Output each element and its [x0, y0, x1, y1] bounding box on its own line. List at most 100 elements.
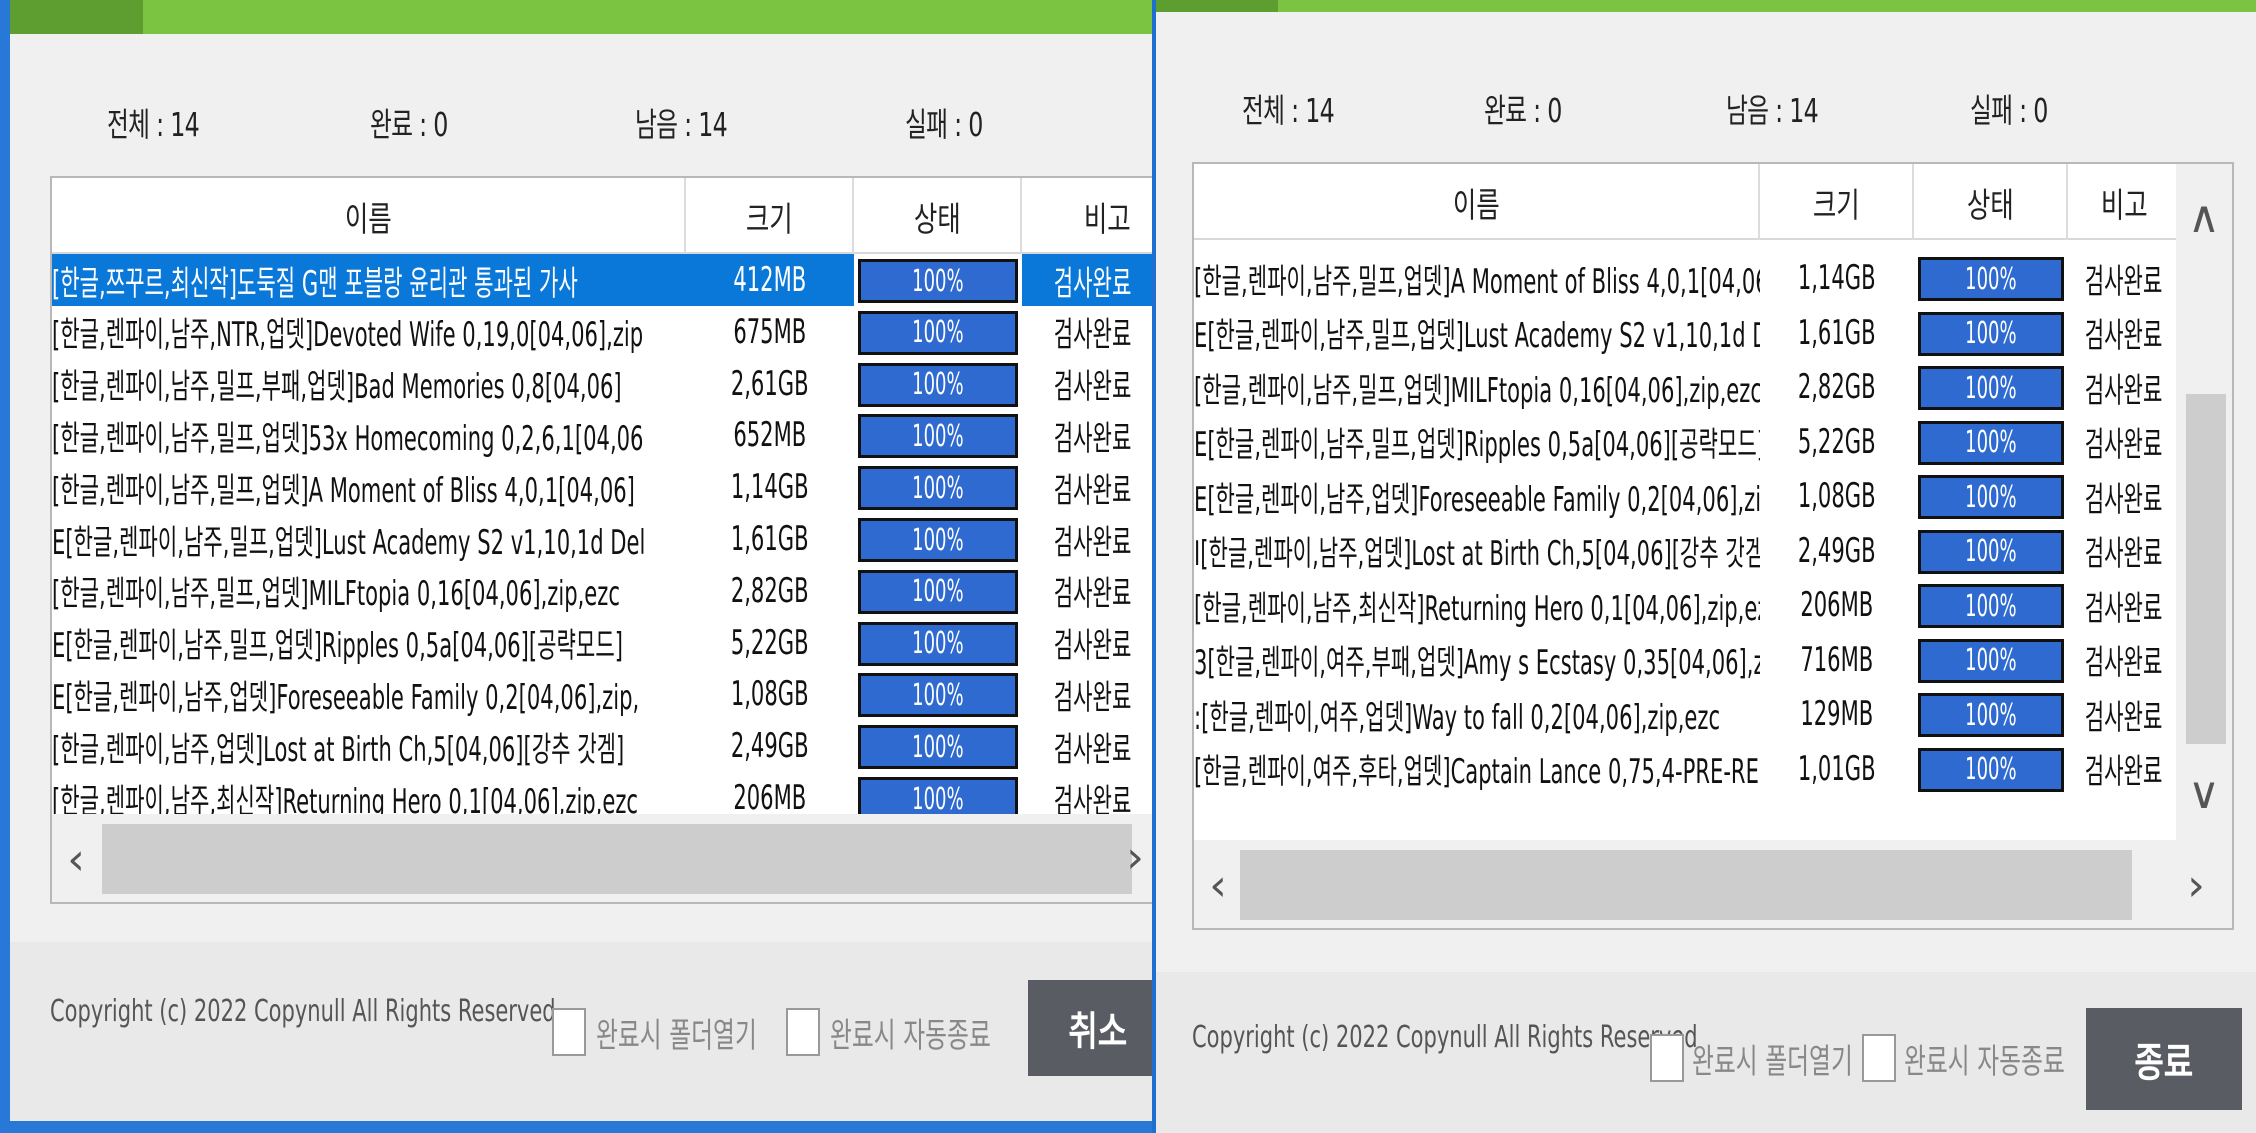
table-row[interactable]: E[한글,렌파이,남주,밀프,업뎃]Lust Academy S2 v1,10,…	[1194, 307, 2180, 359]
progress-bar: 100%	[858, 414, 1018, 459]
file-name-cell: :[한글,렌파이,여주,업뎃]Way to fall 0,2[04,06],zi…	[1194, 697, 1721, 738]
table-row[interactable]: [한글,렌파이,남주,밀프,부패,업뎃]Bad Memories 0,8[04,…	[52, 358, 1152, 410]
col-header-name[interactable]: 이름	[52, 178, 686, 254]
title-bar-accent	[10, 0, 143, 34]
note-cell: 검사완료	[1054, 574, 1132, 615]
file-list[interactable]: 이름 크기 상태 비고 [한글,렌파이,남주,밀프,업뎃]A Moment of…	[1192, 162, 2234, 930]
table-row[interactable]: [한글,쯔꾸르,최신작]도둑질 G맨 포블랑 윤리관 통과된 가사 412MB 10…	[52, 254, 1152, 306]
scroll-right-icon[interactable]: ›	[2176, 840, 2216, 928]
note-cell: 검사완료	[1054, 729, 1132, 770]
file-size-cell: 5,22GB	[1798, 421, 1876, 462]
file-name-cell: E[한글,렌파이,남주,밀프,업뎃]Lust Academy S2 v1,10,…	[1194, 316, 1760, 356]
note-cell: 검사완료	[2085, 752, 2163, 792]
file-name-cell: [한글,렌파이,남주,업뎃]Lost at Birth Ch,5[04,06][…	[52, 729, 625, 770]
col-header-status[interactable]: 상태	[854, 178, 1022, 254]
open-folder-checkbox[interactable]	[552, 1008, 586, 1056]
left-dialog-window: 전체 : 14 완료 : 0 남음 : 14 실패 : 0 이름 크기 상태 비…	[0, 0, 1152, 1133]
footer-bar: Copyright (c) 2022 Copynull All Rights R…	[1156, 972, 2256, 1133]
progress-bar: 100%	[1918, 257, 2064, 301]
progress-bar: 100%	[1918, 311, 2064, 356]
file-size-cell: 1,08GB	[731, 674, 809, 715]
file-size-cell: 5,22GB	[731, 622, 809, 663]
table-row[interactable]: E[한글,렌파이,남주,업뎃]Foreseeable Family 0,2[04…	[1194, 470, 2180, 522]
footer-bar: Copyright (c) 2022 Copynull All Rights R…	[10, 942, 1152, 1121]
file-size-cell: 1,61GB	[1798, 312, 1876, 353]
progress-bar: 100%	[858, 466, 1018, 511]
file-name-cell: E[한글,렌파이,남주,밀프,업뎃]Ripples 0,5a[04,06][공략…	[1194, 425, 1760, 465]
file-size-cell: 2,82GB	[1798, 367, 1876, 407]
list-header: 이름 크기 상태 비고	[1194, 164, 2180, 240]
file-size-cell: 412MB	[686, 254, 854, 306]
table-row[interactable]: E[한글,렌파이,남주,밀프,업뎃]Ripples 0,5a[04,06][공략…	[52, 617, 1152, 669]
table-row[interactable]: [한글,렌파이,남주,밀프,업뎃]MILFtopia 0,16[04,06],z…	[52, 565, 1152, 617]
file-name-cell: [한글,렌파이,남주,밀프,부패,업뎃]Bad Memories 0,8[04,…	[52, 367, 622, 408]
note-cell: 검사완료	[2085, 479, 2163, 520]
col-header-note[interactable]: 비고	[1022, 178, 1152, 254]
scroll-down-icon[interactable]: ∨	[2184, 768, 2224, 819]
note-cell: 검사완료	[1054, 626, 1132, 667]
table-row[interactable]: [한글,렌파이,남주,NTR,업뎃]Devoted Wife 0,19,0[04…	[52, 306, 1152, 358]
progress-bar: 100%	[858, 621, 1018, 666]
title-bar	[10, 0, 1152, 34]
auto-exit-checkbox[interactable]	[1862, 1034, 1896, 1082]
table-row[interactable]: 3[한글,렌파이,여주,부패,업뎃]Amy s Ecstasy 0,35[04,…	[1194, 634, 2180, 686]
table-row[interactable]: E[한글,렌파이,남주,업뎃]Foreseeable Family 0,2[04…	[52, 668, 1152, 720]
scroll-left-icon[interactable]: ‹	[1198, 840, 1238, 928]
auto-exit-checkbox[interactable]	[786, 1008, 820, 1056]
col-header-size[interactable]: 크기	[686, 178, 854, 254]
col-header-note[interactable]: 비고	[2068, 164, 2180, 240]
vertical-scrollbar[interactable]: ∧ ∨	[2176, 164, 2232, 840]
scroll-right-icon[interactable]: ›	[1115, 812, 1152, 902]
progress-bar: 100%	[1918, 420, 2064, 465]
file-size-cell: 1,14GB	[731, 467, 809, 508]
scroll-up-icon[interactable]: ∧	[2184, 192, 2224, 243]
table-row[interactable]: E[한글,렌파이,남주,밀프,업뎃]Ripples 0,5a[04,06][공략…	[1194, 416, 2180, 468]
vertical-scroll-thumb[interactable]	[2186, 394, 2226, 744]
progress-bar: 100%	[858, 362, 1018, 407]
table-row[interactable]: [한글,렌파이,남주,밀프,업뎃]53x Homecoming 0,2,6,1[…	[52, 409, 1152, 461]
file-name-cell: E[한글,렌파이,남주,밀프,업뎃]Lust Academy S2 v1,10,…	[52, 522, 646, 563]
horizontal-scrollbar[interactable]: ‹ ›	[1194, 840, 2232, 928]
open-folder-checkbox[interactable]	[1650, 1034, 1684, 1082]
table-row[interactable]: [한글,렌파이,남주,업뎃]Lost at Birth Ch,5[04,06][…	[52, 720, 1152, 772]
progress-bar: 100%	[858, 310, 1018, 355]
horizontal-scrollbar[interactable]: ‹	[52, 814, 1152, 902]
title-bar	[1156, 0, 2256, 12]
file-size-cell: 1,14GB	[1798, 258, 1876, 298]
col-header-status[interactable]: 상태	[1914, 164, 2068, 240]
scroll-thumb[interactable]	[102, 824, 1132, 894]
table-row[interactable]: [한글,렌파이,남주,밀프,업뎃]A Moment of Bliss 4,0,1…	[1194, 252, 2180, 304]
table-row[interactable]: I[한글,렌파이,남주,업뎃]Lost at Birth Ch,5[04,06]…	[1194, 525, 2180, 577]
table-row[interactable]: E[한글,렌파이,남주,밀프,업뎃]Lust Academy S2 v1,10,…	[52, 513, 1152, 565]
note-cell: 검사완료	[1054, 470, 1132, 511]
cancel-button[interactable]: 취소	[1028, 980, 1152, 1076]
col-header-name[interactable]: 이름	[1194, 164, 1760, 240]
file-name-cell: I[한글,렌파이,남주,업뎃]Lost at Birth Ch,5[04,06]…	[1194, 534, 1760, 574]
note-cell: 검사완료	[2085, 370, 2163, 411]
file-size-cell: 206MB	[1800, 585, 1874, 625]
note-cell: 검사완료	[2085, 425, 2163, 465]
file-size-cell: 675MB	[733, 311, 807, 352]
progress-bar: 100%	[858, 725, 1018, 770]
progress-bar: 100%	[1918, 366, 2064, 410]
note-cell: 검사완료	[2085, 261, 2163, 302]
note-cell: 검사완료	[2085, 316, 2163, 356]
note-cell: 검사완료	[2085, 697, 2163, 738]
stat-total: 전체 : 14	[1242, 91, 1335, 130]
table-row[interactable]: [한글,렌파이,여주,후타,업뎃]Captain Lance 0,75,4-PR…	[1194, 743, 2180, 795]
table-row[interactable]: [한글,렌파이,남주,밀프,업뎃]MILFtopia 0,16[04,06],z…	[1194, 361, 2180, 413]
table-row[interactable]: [한글,렌파이,남주,밀프,업뎃]A Moment of Bliss 4,0,1…	[52, 461, 1152, 513]
open-folder-label: 완료시 폴더열기	[596, 1016, 757, 1056]
note-cell: 검사완료	[2085, 534, 2163, 574]
scroll-left-icon[interactable]: ‹	[56, 814, 96, 902]
file-list[interactable]: 이름 크기 상태 비고 [한글,쯔꾸르,최신작]도둑질 G맨 포블랑 윤리관 통…	[50, 176, 1152, 904]
scroll-thumb[interactable]	[1240, 850, 2132, 920]
file-name-cell: [한글,렌파이,남주,NTR,업뎃]Devoted Wife 0,19,0[04…	[52, 315, 644, 356]
table-row[interactable]: :[한글,렌파이,여주,업뎃]Way to fall 0,2[04,06],zi…	[1194, 688, 2180, 740]
note-cell: 검사완료	[2085, 588, 2163, 629]
progress-bar: 100%	[858, 673, 1018, 718]
exit-button[interactable]: 종료	[2086, 1008, 2242, 1110]
progress-bar: 100%	[1918, 747, 2064, 792]
col-header-size[interactable]: 크기	[1760, 164, 1914, 240]
table-row[interactable]: [한글,렌파이,남주,최신작]Returning Hero 0,1[04,06]…	[1194, 579, 2180, 631]
